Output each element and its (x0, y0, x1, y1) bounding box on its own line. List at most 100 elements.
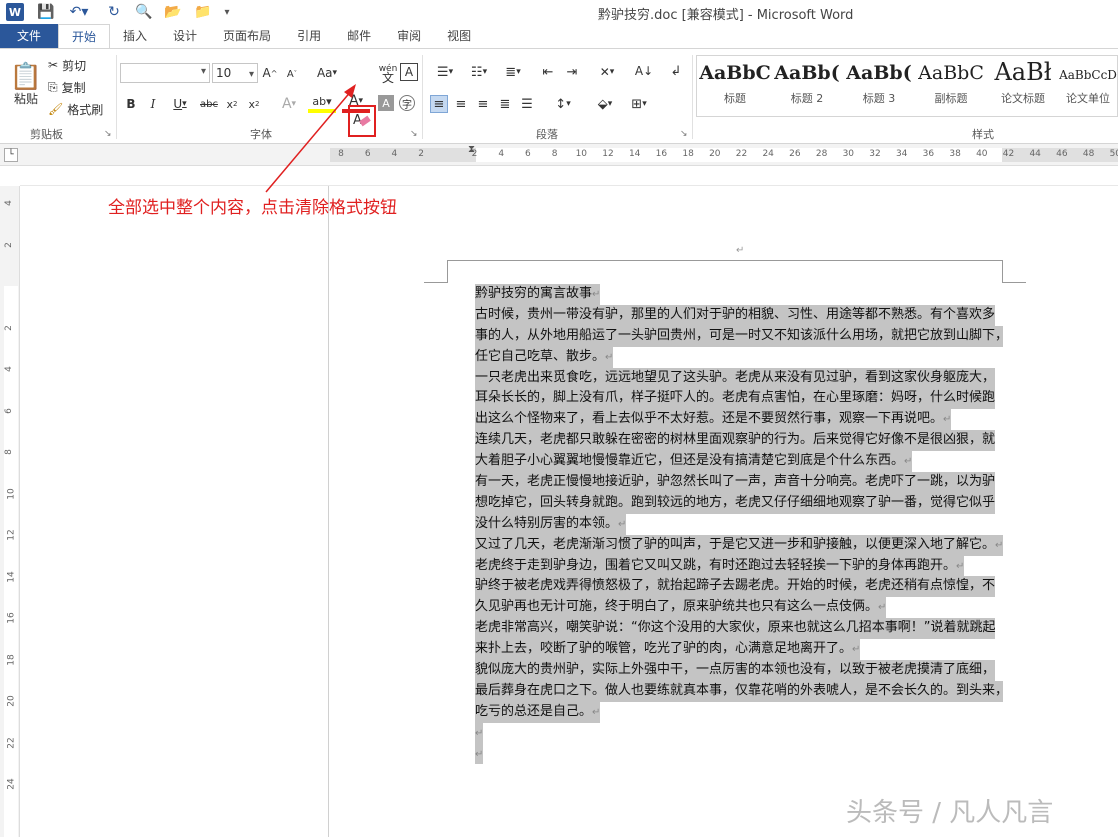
customize-icon[interactable]: ▾ (220, 2, 234, 22)
italic-icon[interactable]: I (146, 95, 160, 113)
align-center-icon[interactable]: ≡ (452, 95, 470, 113)
paragraph-launcher-icon[interactable]: ↘ (680, 129, 688, 139)
margin-mark (424, 282, 448, 283)
vertical-ruler[interactable]: 4 2 2 4 6 8 10 12 14 16 18 20 22 24 (0, 186, 20, 837)
divider (422, 55, 423, 139)
header-corner (1002, 260, 1003, 282)
document-line: 黔驴技穷的寓言故事 ↵ (475, 284, 1003, 305)
selected-text: 黔驴技穷的寓言故事 ↵ (475, 284, 601, 305)
horizontal-ruler[interactable]: 8 6 4 2 2 4 6 8 10 12 14 16 18 20 22 24 26 28 30 32 34 36 38 40… (0, 144, 1118, 166)
ruler-tick: 48 (1082, 149, 1095, 159)
style-heading-3[interactable]: AaBb(标题 3 (843, 56, 915, 114)
folder-icon[interactable]: 📁 (192, 2, 214, 22)
paragraph-mark: ↵ (943, 414, 952, 426)
selected-text: 最后葬身在虎口之下。做人也要练就真本事，仅靠花哨的外表唬人，是不会长久的。到头来… (475, 680, 1003, 702)
multilevel-list-icon[interactable]: ≣ ▾ (498, 63, 528, 81)
tab-selector[interactable]: └ (4, 148, 18, 162)
style-heading-2[interactable]: AaBb(标题 2 (771, 56, 843, 114)
document-line: 耳朵长长的，脚上没有爪，样子挺吓人的。老虎有点害怕，在心里琢磨：妈呀，什么时候跑 (475, 388, 1003, 410)
selected-text: 吃亏的总还是自己。 ↵ (475, 701, 601, 723)
annotation-arrow-icon (265, 84, 356, 193)
document-line: 事的人，从外地用船运了一头驴回贵州，可是一时又不知该派什么用场，就把它放到山脚下… (475, 325, 1003, 347)
tab-references[interactable]: 引用 (284, 24, 334, 49)
tab-review[interactable]: 审阅 (384, 24, 434, 49)
copy-button[interactable]: ⎘ 复制 (48, 79, 86, 95)
style-subtitle[interactable]: AaBbC 副标题 (915, 56, 987, 114)
distributed-icon[interactable]: ☰ (518, 95, 536, 113)
sort-icon[interactable]: A↓ (634, 61, 654, 81)
style-paper-title[interactable]: AaBł 论文标题 (987, 56, 1059, 114)
strikethrough-icon[interactable]: abc (200, 95, 218, 113)
document-line: 连续几天，老虎都只敢躲在密密的树林里面观察驴的行为。后来觉得它好像不是很凶狠，就 (475, 430, 1003, 452)
divider (20, 185, 1118, 186)
print-preview-icon[interactable]: 🔍 (134, 2, 154, 22)
vruler-tick: 12 (6, 529, 17, 541)
tab-page-layout[interactable]: 页面布局 (210, 24, 284, 49)
selected-text: 有一天，老虎正慢慢地接近驴，驴忽然长叫了一声，声音十分响亮。老虎吓了一跳，以为驴 (475, 472, 996, 493)
align-left-icon[interactable]: ≡ (430, 95, 448, 113)
line-spacing-icon[interactable]: ↕ ▾ (548, 95, 578, 113)
bold-icon[interactable]: B (124, 95, 138, 113)
tab-view[interactable]: 视图 (434, 24, 484, 49)
font-name-dropdown[interactable] (120, 63, 210, 83)
ruler-tick: 42 (1002, 149, 1015, 159)
paragraph-group-label: 段落 (536, 128, 558, 141)
annotation-text: 全部选中整个内容，点击清除格式按钮 (108, 198, 397, 218)
paste-button[interactable]: 粘贴 (10, 91, 42, 106)
selected-text: 老虎终于走到驴身边，围着它又叫又跳，有时还跑过去轻轻挨一下驴的身体再跑开。 ↵ (475, 555, 965, 577)
selected-text: 久见驴再也无计可施，终于明白了，原来驴统共也只有这么一点伎俩。 ↵ (475, 597, 887, 619)
save-icon[interactable]: 💾 (36, 2, 56, 22)
enclose-characters-icon[interactable]: 字 (399, 95, 415, 111)
chinese-layout-icon[interactable]: ✕ ▾ (592, 63, 622, 81)
tab-insert[interactable]: 插入 (110, 24, 160, 49)
ruler-tick: 44 (1029, 149, 1041, 159)
vruler-tick: 4 (3, 200, 14, 206)
font-size-dropdown[interactable]: 10 (212, 63, 258, 84)
numbering-icon[interactable]: ☷ ▾ (464, 63, 494, 81)
header-boundary (447, 260, 1003, 261)
tab-design[interactable]: 设计 (160, 24, 210, 49)
header-paragraph-mark: ↵ (736, 245, 745, 256)
font-launcher-icon[interactable]: ↘ (410, 129, 418, 139)
decrease-indent-icon[interactable]: ⇤ (538, 63, 558, 81)
increase-indent-icon[interactable]: ⇥ (562, 63, 582, 81)
character-border-icon[interactable]: A (400, 63, 418, 81)
ruler-tick: 16 (655, 149, 668, 159)
indent-marker-icon[interactable]: ⧗ (468, 144, 475, 155)
selected-text: 耳朵长长的，脚上没有爪，样子挺吓人的。老虎有点害怕，在心里琢磨：妈呀，什么时候跑 (475, 388, 996, 410)
title-bar: W 💾 ↶▾ ↻ 🔍 📂 📁 ▾ 黔驴技穷.doc [兼容模式] - Micro… (0, 0, 1118, 24)
underline-icon[interactable]: U ▾ (168, 95, 192, 113)
ribbon-tabs: 文件 开始 插入 设计 页面布局 引用 邮件 审阅 视图 (0, 24, 1118, 49)
document-line: 有一天，老虎正慢慢地接近驴，驴忽然长叫了一声，声音十分响亮。老虎吓了一跳，以为驴 (475, 472, 1003, 493)
redo-icon[interactable]: ↻ (104, 2, 124, 22)
tab-mailings[interactable]: 邮件 (334, 24, 384, 49)
align-right-icon[interactable]: ≡ (474, 95, 492, 113)
open-icon[interactable]: 📂 (162, 2, 184, 22)
tab-home[interactable]: 开始 (58, 24, 111, 49)
vruler-tick: 14 (6, 570, 17, 583)
format-painter-button[interactable]: 🖌 格式刷 (48, 101, 103, 117)
ruler-tick: 8 (551, 149, 558, 159)
document-line: ↵ (475, 722, 1003, 744)
cut-button[interactable]: ✂ 剪切 (48, 57, 86, 73)
shading-icon[interactable]: ⬙ ▾ (590, 95, 620, 113)
style-heading[interactable]: AaBbC 标题 (699, 56, 771, 114)
borders-icon[interactable]: ⊞ ▾ (624, 95, 654, 113)
ruler-tick: 12 (602, 149, 614, 159)
paragraph-mark: ↵ (878, 602, 887, 614)
clipboard-launcher-icon[interactable]: ↘ (104, 129, 112, 139)
clipboard-group-label: 剪贴板 (30, 128, 63, 141)
show-formatting-icon[interactable]: ↲ (666, 61, 686, 81)
document-body[interactable]: 黔驴技穷的寓言故事 ↵ 古时候，贵州一带没有驴，那里的人们对于驴的相貌、习性、用途… (475, 284, 1003, 765)
style-paper-unit[interactable]: AaBbCcD 论文单位 (1059, 56, 1117, 114)
tab-file[interactable]: 文件 (0, 24, 58, 49)
character-shading-icon[interactable]: A (378, 95, 394, 111)
bullets-icon[interactable]: ☰ ▾ (430, 63, 460, 81)
phonetic-guide-icon[interactable]: wén 文 (378, 63, 398, 85)
justify-icon[interactable]: ≣ (496, 95, 514, 113)
selected-text: ↵ (475, 722, 484, 744)
divider (116, 55, 117, 139)
subscript-icon[interactable]: x2 (224, 95, 240, 113)
undo-icon[interactable]: ↶▾ (62, 2, 96, 22)
margin-mark (1002, 282, 1026, 283)
